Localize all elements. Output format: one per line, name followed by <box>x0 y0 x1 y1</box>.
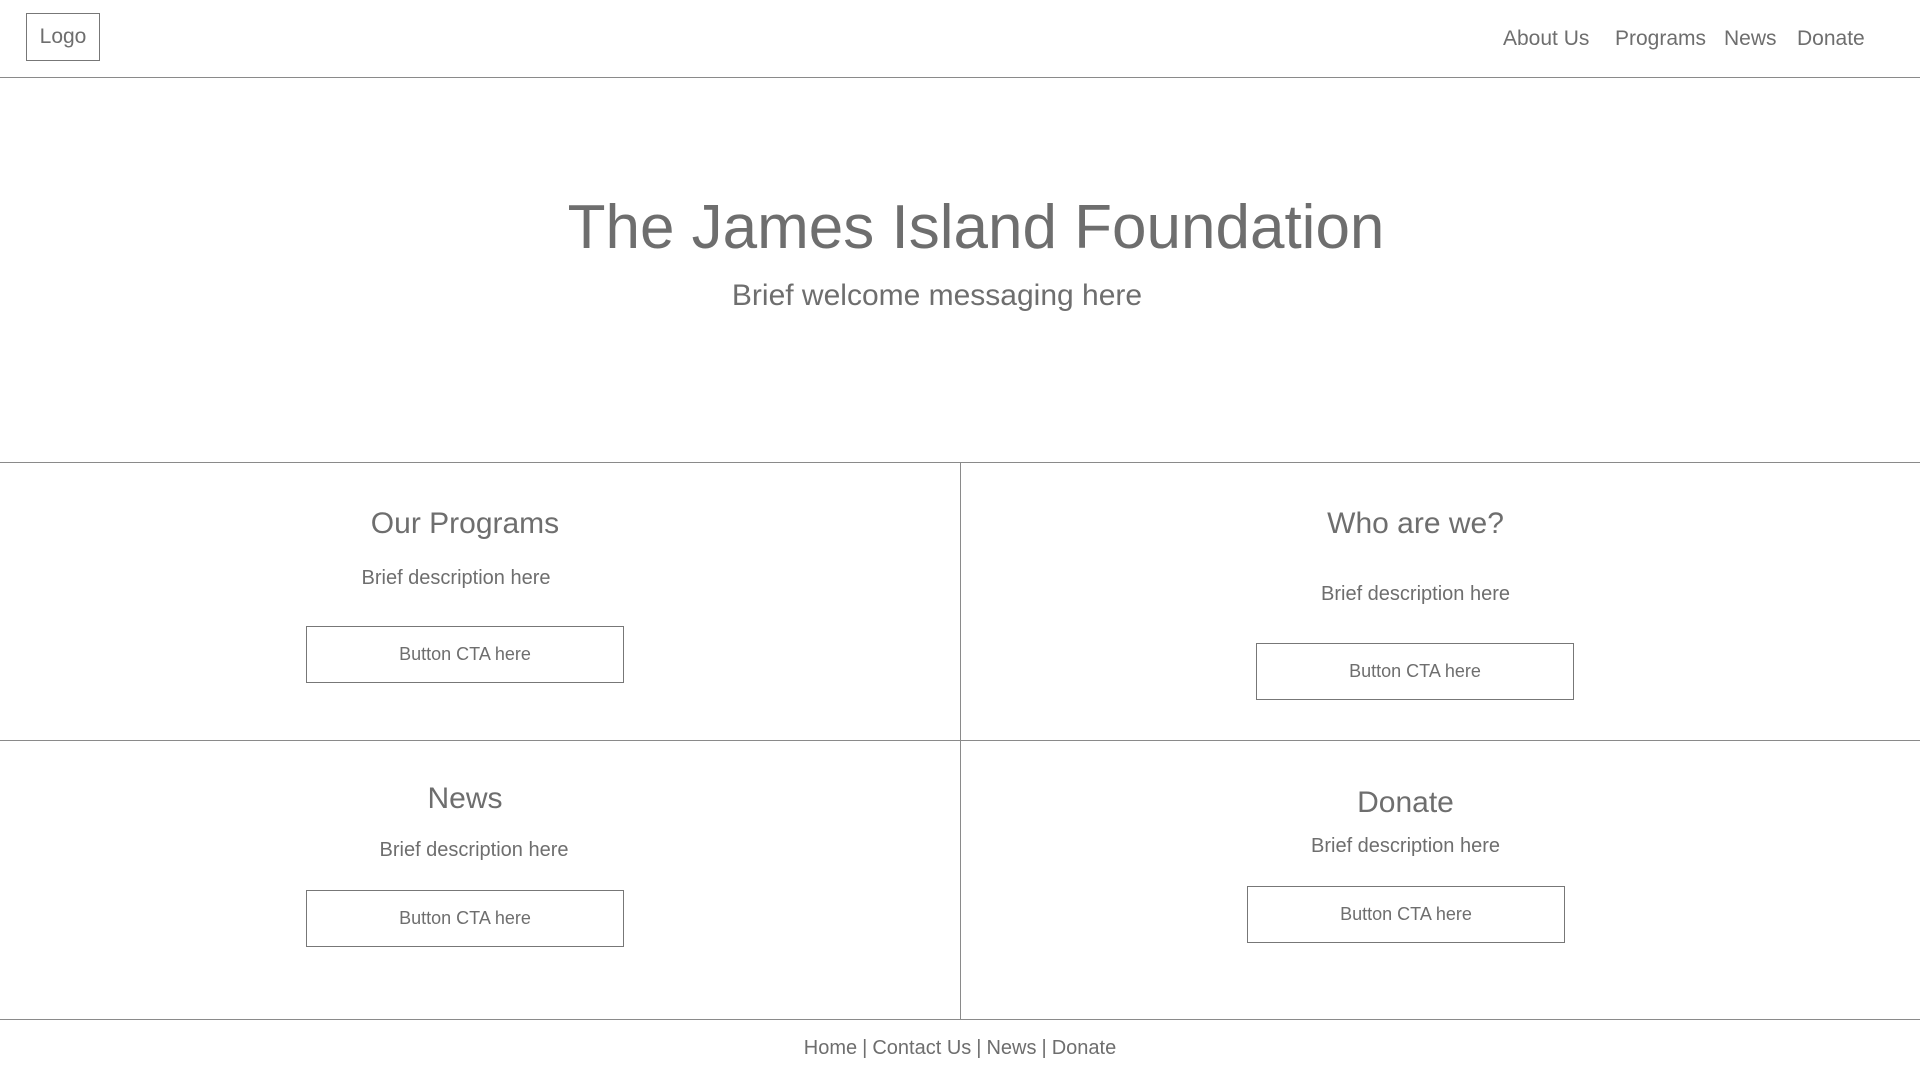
card-title-who-are-we: Who are we? <box>1327 507 1504 540</box>
who-are-we-cta-button[interactable]: Button CTA here <box>1256 643 1574 700</box>
footer-nav: Home | Contact Us | News | Donate <box>0 1033 1920 1063</box>
card-title-donate: Donate <box>1357 786 1454 819</box>
card-description-news: Brief description here <box>379 839 569 861</box>
card-description-who-are-we: Brief description here <box>1321 583 1510 605</box>
footer-link-home[interactable]: Home <box>804 1037 857 1059</box>
nav-link-programs[interactable]: Programs <box>1615 24 1706 54</box>
welcome-message: Brief welcome messaging here <box>731 279 1143 312</box>
card-title-our-programs: Our Programs <box>370 507 560 540</box>
card-description-donate: Brief description here <box>1311 835 1500 857</box>
footer-link-donate[interactable]: Donate <box>1052 1037 1117 1059</box>
nav-link-donate[interactable]: Donate <box>1797 24 1865 54</box>
footer-separator: | <box>862 1037 868 1059</box>
page-title: The James Island Foundation <box>567 193 1385 262</box>
footer-link-contact-us[interactable]: Contact Us <box>872 1037 971 1059</box>
card-title-news: News <box>427 782 503 815</box>
header-divider <box>0 77 1920 78</box>
logo-placeholder[interactable]: Logo <box>26 13 100 61</box>
card-description-our-programs: Brief description here <box>361 567 551 589</box>
our-programs-cta-button[interactable]: Button CTA here <box>306 626 624 683</box>
nav-link-about-us[interactable]: About Us <box>1503 24 1589 54</box>
nav-link-news[interactable]: News <box>1724 24 1777 54</box>
footer-link-news[interactable]: News <box>986 1037 1036 1059</box>
news-cta-button[interactable]: Button CTA here <box>306 890 624 947</box>
footer-separator: | <box>976 1037 982 1059</box>
grid-divider-vertical <box>960 462 961 1019</box>
grid-divider-bottom <box>0 1019 1920 1020</box>
footer-separator: | <box>1041 1037 1047 1059</box>
donate-cta-button[interactable]: Button CTA here <box>1247 886 1565 943</box>
